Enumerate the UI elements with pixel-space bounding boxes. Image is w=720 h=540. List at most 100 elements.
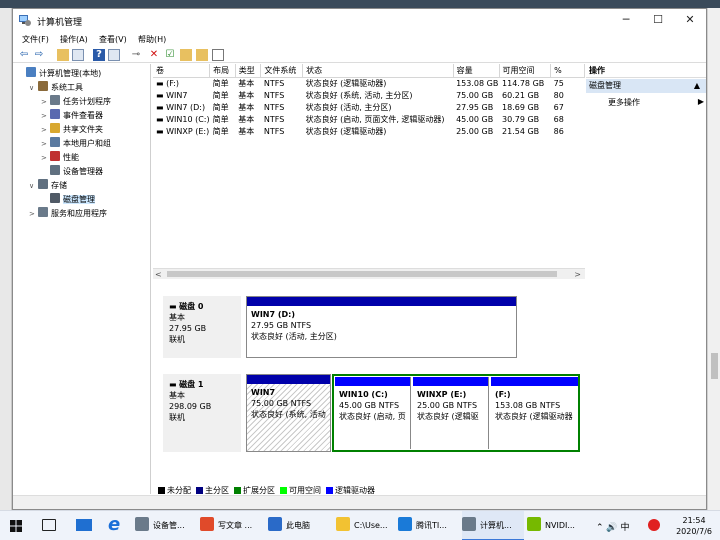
collapse-arrow-icon[interactable]: > [41,96,50,109]
maximize-button[interactable]: ☐ [643,9,673,31]
collapse-arrow-icon[interactable]: > [29,208,38,221]
connect-icon[interactable]: ⊸ [130,49,142,61]
taskbar-item[interactable]: 设备管... [135,511,197,540]
taskbar-item[interactable]: 写文章 ... [200,511,262,540]
table-cell-text: NTFS [263,102,285,112]
partition-winxp-e[interactable]: WINXP (E:) 25.00 GB NTFS 状态良好 (逻辑驱 [413,377,489,449]
folder-search-icon[interactable] [196,49,208,61]
disk-0-label[interactable]: ▬ 磁盘 0 基本 27.95 GB 联机 [163,296,241,358]
collapse-arrow-icon[interactable]: > [41,124,50,137]
partition-win7-d[interactable]: WIN7 (D:) 27.95 GB NTFS 状态良好 (活动, 主分区) [246,296,517,358]
table-row[interactable]: ▬ WIN7 简单 基本 NTFS 状态良好 (系统, 活动, 主分区) 75.00 GB… [153,89,585,101]
scroll-left-icon[interactable]: < [155,269,162,280]
table-cell-text: WINXP (E:) [166,126,210,136]
disk-1-label[interactable]: ▬ 磁盘 1 基本 298.09 GB 联机 [163,374,241,452]
system-tray[interactable]: ⌃ 🔊 中 [596,520,629,533]
submenu-arrow-icon: ▶ [697,97,704,106]
scroll-thumb[interactable] [711,353,718,379]
title-bar[interactable]: 计算机管理 ─ ☐ ✕ [13,9,706,31]
tree-node[interactable]: > 服务和应用程序 [29,207,107,220]
collapse-arrow-icon[interactable]: > [41,138,50,151]
console-icon[interactable] [108,49,120,61]
taskbar-item[interactable]: 计算机... [462,511,524,540]
taskbar-item[interactable]: 腾讯TI... [398,511,460,540]
taskbar-item[interactable]: NVIDI... [527,511,589,540]
tree-node[interactable]: > 性能 [41,151,79,164]
taskbar-item[interactable]: 此电脑 [268,511,330,540]
tree-node[interactable]: 设备管理器 [41,165,103,178]
partition-win7[interactable]: WIN7 75.00 GB NTFS 状态良好 (系统, 活动 [246,374,331,452]
minimize-button[interactable]: ─ [611,9,641,31]
column-header[interactable]: % [550,64,585,78]
extended-partition[interactable]: WIN10 (C:) 45.00 GB NTFS 状态良好 (启动, 页 WIN… [332,374,580,452]
tree-node[interactable]: > 事件查看器 [41,109,103,122]
column-header[interactable]: 文件系统 [260,64,304,78]
table-cell: 状态良好 (系统, 活动, 主分区) [303,89,454,101]
desktop-scrollbar[interactable] [707,8,720,510]
table-cell-text: (F:) [166,78,180,88]
menu-help[interactable]: 帮助(H) [138,34,166,45]
clock[interactable]: 21:54 2020/7/6 [676,515,712,537]
table-row[interactable]: ▬ WIN10 (C:) 简单 基本 NTFS 状态良好 (启动, 页面文件, 逻辑驱动… [153,113,585,125]
table-cell: 状态良好 (逻辑驱动器) [303,77,454,89]
mail-icon[interactable] [76,519,92,531]
table-row[interactable]: ▬ WIN7 (D:) 简单 基本 NTFS 状态良好 (活动, 主分区) 27.95 G… [153,101,585,113]
scroll-track[interactable] [167,271,557,277]
back-arrow-icon[interactable]: ⇦ [18,49,30,61]
expand-arrow-icon[interactable]: ∨ [29,82,38,95]
horizontal-scrollbar[interactable]: < > [153,268,585,279]
help-icon[interactable]: ? [93,49,105,61]
partition-name: WIN7 [251,388,276,397]
table-cell: ▬ WIN7 (D:) [153,101,210,113]
windows-start-icon[interactable] [10,520,22,532]
table-row[interactable]: ▬ WINXP (E:) 简单 基本 NTFS 状态良好 (逻辑驱动器) 25.00 GB… [153,125,585,137]
tree-node[interactable]: 磁盘管理 [41,193,95,206]
table-cell: 60.21 GB [499,89,551,101]
tree-node-label: 计算机管理(本地) [39,69,102,78]
column-header[interactable]: 容量 [453,64,500,78]
task-view-icon[interactable] [42,519,56,531]
partition-f[interactable]: (F:) 153.08 GB NTFS 状态良好 (逻辑驱动器 [491,377,578,449]
more-actions-item[interactable]: 更多操作 ▶ [608,97,704,108]
collapse-arrow-icon[interactable]: > [41,110,50,123]
sogou-icon[interactable] [648,519,660,531]
scroll-right-icon[interactable]: > [574,269,581,280]
forward-arrow-icon[interactable]: ⇨ [33,49,45,61]
delete-icon[interactable]: ✕ [148,49,160,61]
column-header[interactable]: 可用空间 [499,64,552,78]
tree-node[interactable]: > 共享文件夹 [41,123,103,136]
column-header[interactable]: 布局 [209,64,236,78]
actions-section-disk-management[interactable]: 磁盘管理 ▲ [586,79,706,93]
table-cell-text: 基本 [238,90,255,100]
tree-node[interactable]: ∨ 存储 [29,179,67,192]
menu-action[interactable]: 操作(A) [60,34,88,45]
table-cell: 基本 [235,125,261,137]
legend-label: 主分区 [205,486,229,495]
tree-node[interactable]: 计算机管理(本地) [17,67,101,80]
folder-up-icon[interactable] [180,49,192,61]
expand-arrow-icon[interactable]: ∨ [29,180,38,193]
ie-icon[interactable]: e [108,515,120,535]
table-cell-text: 状态良好 (活动, 主分区) [305,102,392,112]
collapse-icon[interactable]: ▲ [694,79,700,93]
legend-swatch [196,487,203,494]
checklist-icon[interactable]: ☑ [164,49,176,61]
table-cell-text: 67 [553,102,564,112]
collapse-arrow-icon[interactable]: > [41,152,50,165]
show-hide-tree-icon[interactable] [72,49,84,61]
menu-file[interactable]: 文件(F) [22,34,49,45]
tree-node[interactable]: > 本地用户和组 [41,137,111,150]
properties-icon[interactable] [212,49,224,61]
table-row[interactable]: ▬ (F:) 简单 基本 NTFS 状态良好 (逻辑驱动器) 153.08 GB 114.7… [153,77,585,89]
column-header[interactable]: 类型 [235,64,262,78]
folder-icon[interactable] [57,49,69,61]
tree-node[interactable]: ∨ 系统工具 [29,81,83,94]
tree-node[interactable]: > 任务计划程序 [41,95,111,108]
taskbar-item[interactable]: C:\Use... [336,511,398,540]
menu-view[interactable]: 查看(V) [99,34,127,45]
table-cell-text: 114.78 GB [502,78,545,88]
column-header[interactable]: 状态 [302,64,454,78]
partition-win10-c[interactable]: WIN10 (C:) 45.00 GB NTFS 状态良好 (启动, 页 [335,377,411,449]
close-button[interactable]: ✕ [675,9,705,31]
column-header[interactable]: 卷 [153,64,211,78]
